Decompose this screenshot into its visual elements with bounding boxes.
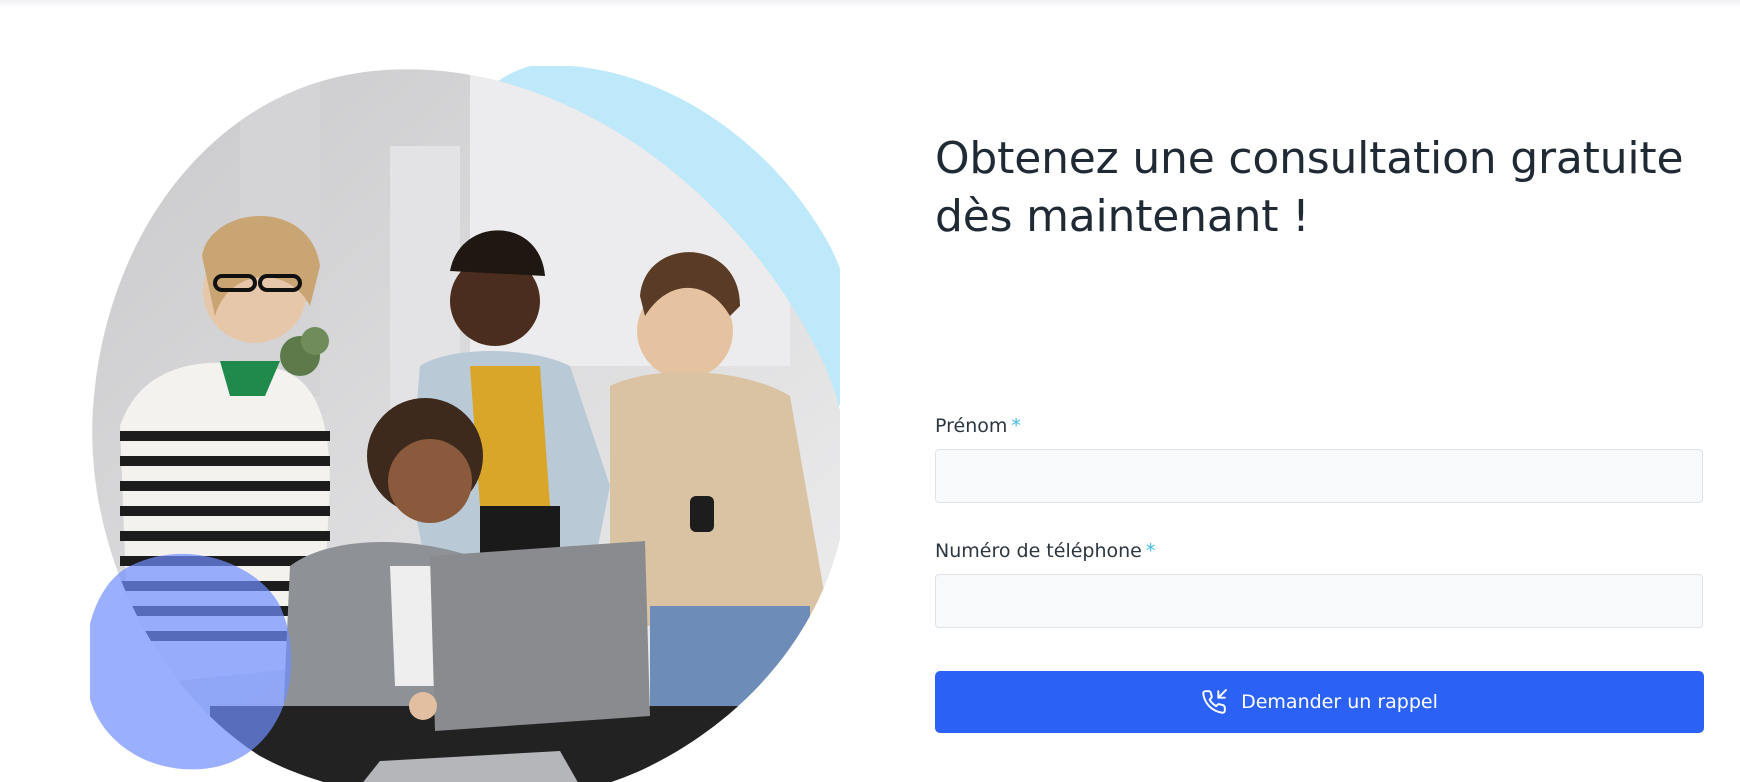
hero-text: Obtenez une consultation gratuite dès ma…	[935, 130, 1705, 246]
phone-input[interactable]	[935, 574, 1703, 628]
phone-label: Numéro de téléphone *	[935, 539, 1705, 563]
first-name-field-group: Prénom *	[935, 414, 1705, 503]
first-name-input[interactable]	[935, 449, 1703, 503]
blue-blob	[90, 553, 292, 770]
team-photo-graphic	[90, 66, 840, 782]
request-callback-label: Demander un rappel	[1241, 691, 1438, 713]
phone-label-text: Numéro de téléphone	[935, 540, 1142, 562]
hero-illustration	[90, 66, 840, 782]
first-name-label: Prénom *	[935, 414, 1705, 438]
callback-form: Prénom * Numéro de téléphone *	[935, 414, 1705, 664]
header-shadow	[0, 0, 1740, 8]
required-asterisk: *	[1011, 415, 1021, 437]
phone-field-group: Numéro de téléphone *	[935, 539, 1705, 628]
first-name-label-text: Prénom	[935, 415, 1008, 437]
request-callback-button[interactable]: Demander un rappel	[935, 671, 1704, 733]
required-asterisk: *	[1145, 540, 1156, 562]
phone-callback-icon	[1201, 689, 1227, 715]
page-title: Obtenez une consultation gratuite dès ma…	[935, 133, 1684, 242]
